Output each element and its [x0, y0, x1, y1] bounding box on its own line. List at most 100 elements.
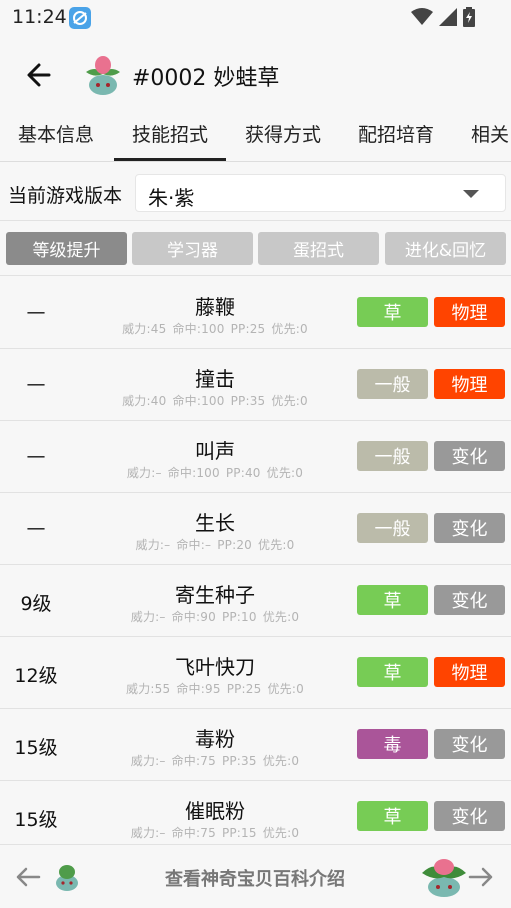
pokemon-sprite-icon	[80, 52, 126, 98]
previous-pokemon-button[interactable]	[14, 863, 42, 891]
arrow-right-icon	[468, 867, 493, 887]
move-category-badge[interactable]: 变化	[434, 513, 505, 543]
tab-obtain[interactable]: 获得方式	[245, 120, 321, 147]
move-level: —	[26, 301, 46, 323]
move-power: 威力:–	[130, 610, 166, 624]
move-category-badge[interactable]: 变化	[434, 801, 505, 831]
move-category-badge[interactable]: 物理	[434, 297, 505, 327]
move-row[interactable]: — 撞击威力:40 命中:100 PP:35 优先:0 一般 物理	[0, 349, 511, 421]
version-selected-value: 朱·紫	[148, 186, 195, 210]
tab-related[interactable]: 相关	[471, 120, 509, 147]
move-type-badge[interactable]: 毒	[357, 729, 428, 759]
move-stats: 威力:40 命中:100 PP:35 优先:0	[90, 392, 340, 409]
move-stats: 威力:– 命中:90 PP:10 优先:0	[90, 608, 340, 625]
move-power: 威力:–	[126, 466, 162, 480]
move-accuracy: 命中:75	[171, 826, 216, 840]
move-name: 催眠粉	[185, 799, 245, 823]
move-row[interactable]: 12级 飞叶快刀 威力:55 命中:95 PP:25 优先:0 草物理	[0, 637, 511, 709]
page-title: #0002 妙蛙草	[132, 66, 280, 91]
move-level: 12级	[14, 665, 58, 687]
move-priority: 优先:0	[266, 466, 304, 480]
move-name: 寄生种子	[175, 583, 255, 607]
move-pp: PP:10	[221, 610, 257, 624]
move-row[interactable]: 15级 毒粉 威力:– 命中:75 PP:35 优先:0 毒变化	[0, 709, 511, 781]
move-type-badge[interactable]: 一般	[357, 441, 428, 471]
move-pp: PP:20	[217, 538, 252, 552]
move-priority: 优先:0	[258, 538, 295, 552]
next-pokemon-sprite-icon[interactable]	[420, 853, 468, 899]
tab-bar: 基本信息 技能招式 获得方式 配招培育 相关	[0, 114, 511, 162]
move-power: 威力:–	[130, 754, 166, 768]
move-category-badge[interactable]: 变化	[434, 441, 505, 471]
move-name: 毒粉	[195, 727, 235, 751]
move-priority: 优先:0	[271, 322, 308, 336]
move-category-badge[interactable]: 物理	[434, 369, 505, 399]
status-bar: 11:24	[0, 0, 511, 36]
move-type-badge[interactable]: 草	[357, 297, 428, 327]
tab-breeding[interactable]: 配招培育	[358, 120, 434, 147]
move-accuracy: 命中:90	[171, 610, 216, 624]
arrow-left-icon	[16, 867, 41, 887]
next-pokemon-button[interactable]	[467, 863, 495, 891]
filter-egg-moves[interactable]: 蛋招式	[258, 232, 379, 265]
move-priority: 优先:0	[271, 394, 308, 408]
app-notification-icon	[69, 7, 91, 29]
move-accuracy: 命中:75	[171, 754, 216, 768]
move-stats: 威力:– 命中:– PP:20 优先:0	[90, 536, 340, 553]
move-row[interactable]: 15级 催眠粉 威力:– 命中:75 PP:15 优先:0 草变化	[0, 781, 511, 844]
filter-level-up[interactable]: 等级提升	[6, 232, 127, 265]
move-level: —	[26, 517, 46, 539]
bottom-nav-bar: 查看神奇宝贝百科介绍	[0, 844, 511, 908]
move-stats: 威力:– 命中:75 PP:35 优先:0	[90, 752, 340, 769]
move-category-badge[interactable]: 变化	[434, 585, 505, 615]
move-power: 威力:40	[122, 394, 167, 408]
move-accuracy: 命中:100	[172, 394, 225, 408]
move-type-badge[interactable]: 草	[357, 801, 428, 831]
previous-pokemon-sprite-icon[interactable]	[50, 859, 84, 893]
move-type-badge[interactable]: 草	[357, 657, 428, 687]
move-name: 飞叶快刀	[175, 655, 255, 679]
moves-list: — 藤鞭 威力:45 命中:100 PP:25 优先:0 草物理 — 撞击 威力:40 命中:100…	[0, 277, 511, 844]
move-name: 撞击	[195, 367, 235, 391]
move-name: 藤鞭	[195, 295, 235, 319]
move-level: —	[26, 373, 46, 395]
move-row[interactable]: — 叫声 威力:– 命中:100 PP:40 优先:0 一般 变化	[0, 421, 511, 493]
move-row[interactable]: 9级 寄生种子 威力:– 命中:90 PP:10 优先:0 草变化	[0, 565, 511, 637]
move-pp: PP:40	[225, 466, 261, 480]
move-level: —	[26, 445, 46, 467]
move-type-badge[interactable]: 一般	[357, 369, 428, 399]
move-pp: PP:35	[230, 394, 266, 408]
move-level: 15级	[14, 737, 58, 759]
move-row[interactable]: — 藤鞭 威力:45 命中:100 PP:25 优先:0 草物理	[0, 277, 511, 349]
view-wiki-link[interactable]: 查看神奇宝贝百科介绍	[110, 865, 400, 891]
move-power: 威力:55	[126, 682, 171, 696]
signal-icon	[439, 8, 457, 30]
move-type-badge[interactable]: 草	[357, 585, 428, 615]
move-stats: 威力:55 命中:95 PP:25 优先:0	[90, 680, 340, 697]
tab-moves[interactable]: 技能招式	[132, 120, 208, 147]
move-type-badge[interactable]: 一般	[357, 513, 428, 543]
version-row: 当前游戏版本 朱·紫	[0, 163, 511, 221]
wifi-icon	[411, 8, 433, 30]
move-filter-bar: 等级提升 学习器 蛋招式 进化&回忆	[0, 222, 511, 276]
move-priority: 优先:0	[262, 610, 300, 624]
move-priority: 优先:0	[267, 682, 304, 696]
move-power: 威力:–	[130, 826, 166, 840]
back-button[interactable]	[22, 58, 56, 92]
move-level: 9级	[20, 593, 52, 615]
battery-icon	[463, 7, 475, 31]
move-category-badge[interactable]: 物理	[434, 657, 505, 687]
divider	[0, 161, 511, 162]
filter-tm[interactable]: 学习器	[132, 232, 253, 265]
tab-basic-info[interactable]: 基本信息	[18, 120, 94, 147]
version-dropdown[interactable]: 朱·紫	[135, 174, 506, 212]
move-accuracy: 命中:100	[172, 322, 225, 336]
move-power: 威力:–	[135, 538, 171, 552]
status-time: 11:24	[12, 6, 67, 28]
move-row[interactable]: — 生长 威力:– 命中:– PP:20 优先:0 一般 变化	[0, 493, 511, 565]
caret-down-icon	[463, 190, 479, 198]
app-header: #0002 妙蛙草	[0, 36, 511, 114]
filter-evolution-recall[interactable]: 进化&回忆	[385, 232, 506, 265]
move-category-badge[interactable]: 变化	[434, 729, 505, 759]
move-accuracy: 命中:100	[167, 466, 220, 480]
